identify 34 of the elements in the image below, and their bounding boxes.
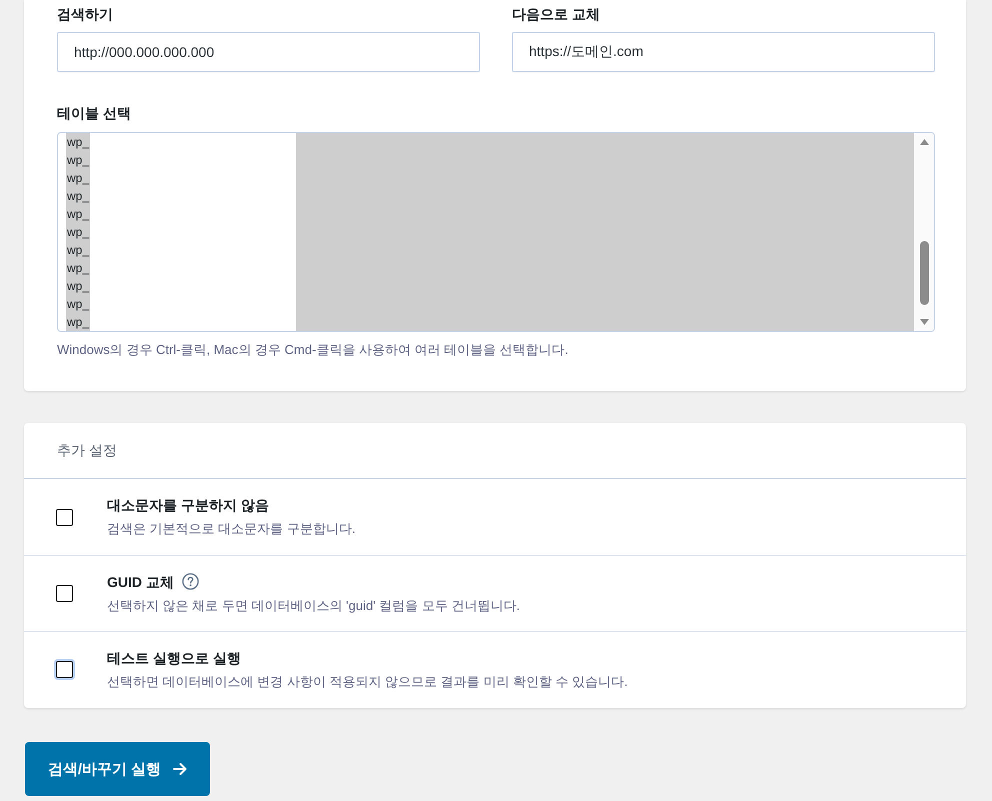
table-option[interactable]: wp_ — [66, 223, 90, 241]
table-option[interactable]: wp_ — [66, 313, 90, 331]
table-select-label: 테이블 선택 — [57, 104, 131, 123]
replace-field[interactable]: https://도메인.com — [512, 32, 935, 72]
table-option[interactable]: wp_ — [66, 205, 90, 223]
help-icon[interactable] — [182, 573, 199, 590]
search-field[interactable]: http://000.000.000.000 — [57, 32, 480, 72]
table-option[interactable]: wp_ — [66, 151, 90, 169]
help-text: Windows의 경우 Ctrl-클릭, Mac의 경우 Cmd-클릭을 사용하여 여러 테이블을 선택합니다. — [57, 341, 568, 359]
checkbox[interactable] — [56, 585, 73, 602]
scrollbar[interactable] — [914, 133, 934, 331]
table-option[interactable]: wp_ — [66, 169, 90, 187]
search-label: 검색하기 — [57, 5, 113, 24]
table-option[interactable]: wp_ — [66, 277, 90, 295]
table-option[interactable]: wp_ — [66, 241, 90, 259]
option-description: 선택하지 않은 채로 두면 데이터베이스의 'guid' 컬럼을 모두 건너뜁니다. — [107, 596, 520, 615]
option-description: 검색은 기본적으로 대소문자를 구분합니다. — [107, 520, 356, 538]
table-option[interactable]: wp_ — [66, 259, 90, 277]
option-title: GUID 교체 — [107, 572, 174, 592]
scroll-up-icon[interactable] — [920, 139, 928, 145]
scrollbar-thumb[interactable] — [920, 241, 928, 305]
table-option[interactable]: wp_ — [66, 295, 90, 313]
replace-label: 다음으로 교체 — [512, 5, 600, 24]
option-description: 선택하면 데이터베이스에 변경 사항이 적용되지 않으므로 결과를 미리 확인할 수 있습니다. — [107, 672, 628, 690]
table-option[interactable]: wp_ — [66, 187, 90, 205]
option-title: 테스트 실행으로 실행 — [107, 648, 241, 668]
option-title: 대소문자를 구분하지 않음 — [107, 496, 269, 515]
arrow-right-icon — [173, 762, 188, 776]
section-title: 추가 설정 — [57, 442, 117, 460]
checkbox[interactable] — [56, 508, 73, 526]
table-listbox[interactable]: wp_ wp_ wp_ wp_ wp_ wp_ wp_ wp_ wp_ wp_ wp_ — [57, 132, 935, 332]
run-button[interactable]: 검색/바꾸기 실행 — [25, 742, 210, 796]
table-option[interactable]: wp_ — [66, 133, 90, 151]
scroll-down-icon[interactable] — [920, 319, 928, 325]
